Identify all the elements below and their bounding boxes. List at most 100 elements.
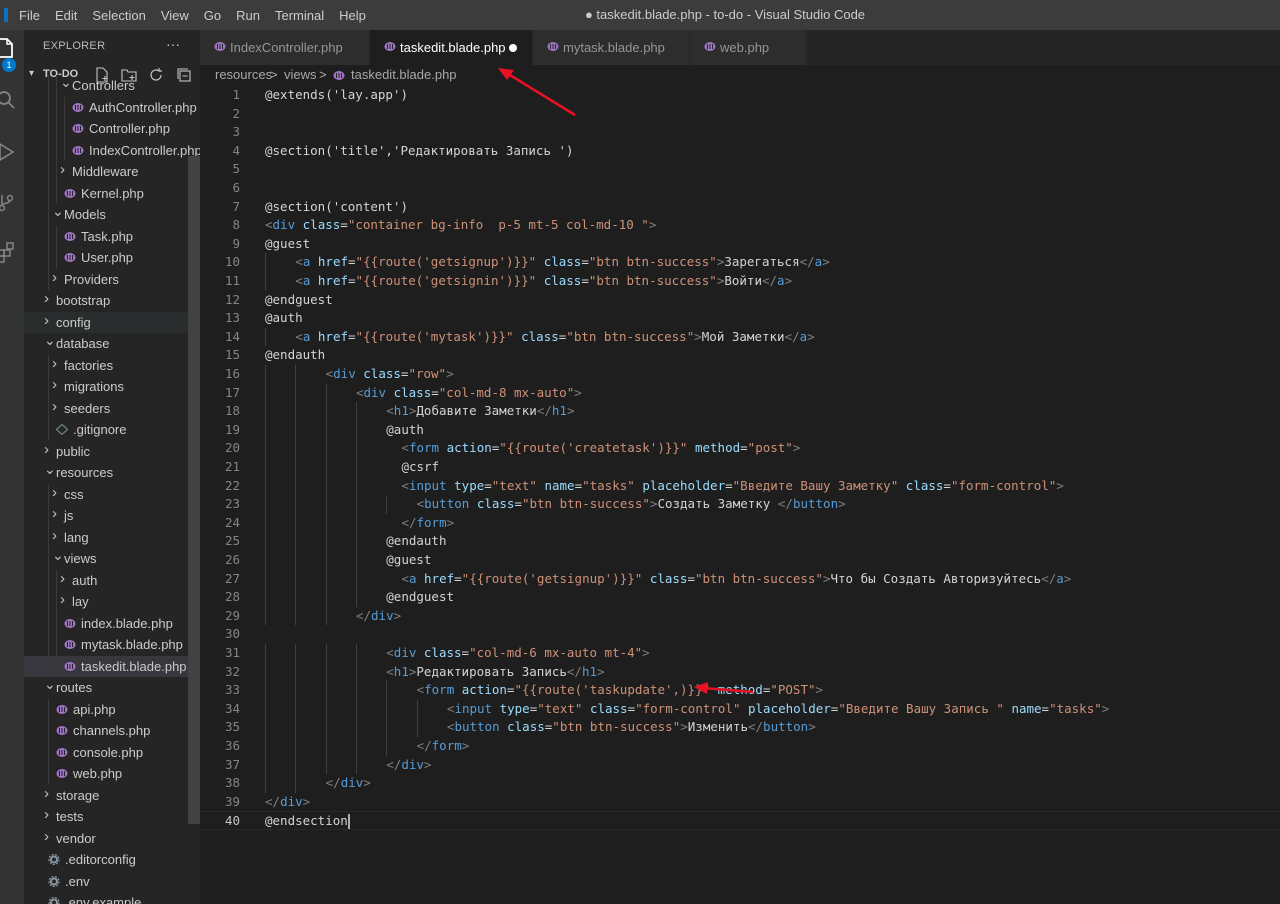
chevron-right-icon: › — [44, 440, 49, 458]
code-token: method — [694, 440, 741, 456]
source-control-icon[interactable] — [0, 190, 24, 220]
folder-item[interactable]: ⌄ Models — [24, 203, 200, 226]
tab-taskedit-blade-php[interactable]: taskedit.blade.php — [370, 30, 533, 65]
tab-indexcontroller-php[interactable]: IndexController.php — [200, 30, 370, 65]
indent-guide — [265, 699, 266, 719]
indent-guide — [295, 681, 297, 700]
file-item[interactable]: taskedit.blade.php — [24, 655, 200, 677]
folder-item[interactable]: ⌄ Controllers — [24, 74, 200, 97]
breadcrumb-item[interactable]: taskedit.blade.php — [351, 67, 457, 82]
file-item[interactable]: .env — [24, 871, 200, 893]
file-item[interactable]: channels.php — [24, 720, 200, 742]
folder-item[interactable]: › seeders — [24, 397, 200, 419]
code-text: @endguest — [265, 291, 333, 310]
file-item[interactable]: console.php — [24, 741, 200, 763]
line-number: 12 — [224, 291, 240, 307]
code-text: @guest — [386, 551, 431, 570]
folder-item[interactable]: › lang — [24, 526, 200, 548]
code-token: input — [454, 700, 493, 716]
file-item[interactable]: AuthController.php — [24, 96, 200, 118]
code-text: <input type="text" class="form-control" … — [447, 700, 1109, 719]
search-icon[interactable] — [0, 88, 24, 118]
code-editor[interactable]: 1 @extends('lay.app') 2 3 4 @section('title',… — [200, 87, 1280, 904]
code-token: action — [461, 682, 507, 698]
indent-guide — [355, 420, 357, 440]
code-token: > — [566, 403, 575, 419]
indent-guide — [48, 204, 49, 226]
code-text: <h1>Добавите Заметки</h1> — [386, 402, 574, 421]
indent-guide — [48, 698, 49, 720]
indent-guide — [265, 327, 266, 347]
folder-item[interactable]: › migrations — [24, 376, 200, 398]
folder-item[interactable]: › Middleware — [24, 161, 200, 183]
folder-item[interactable]: › tests — [24, 806, 200, 828]
tab-web-php[interactable]: web.php — [690, 30, 807, 65]
unsaved-dot-icon[interactable] — [509, 44, 517, 52]
folder-item[interactable]: ⌄ database — [24, 332, 200, 355]
code-text: </div> — [326, 774, 371, 793]
tree-item-label: resources — [56, 465, 114, 480]
code-line: 39 </div> — [200, 793, 1280, 812]
folder-item[interactable]: › public — [24, 441, 200, 463]
code-token: class — [476, 496, 515, 512]
folder-item[interactable]: › factories — [24, 354, 200, 376]
line-number: 24 — [224, 514, 240, 530]
indent-guide — [48, 118, 49, 140]
file-item[interactable]: User.php — [24, 247, 200, 269]
tree-item-label: Kernel.php — [81, 185, 144, 201]
file-item[interactable]: web.php — [24, 763, 200, 785]
line-number: 13 — [224, 310, 240, 326]
indent-guide — [355, 662, 357, 682]
code-token: @extends('lay.app') — [265, 87, 408, 102]
code-token: "text" — [537, 700, 583, 716]
file-item[interactable]: index.blade.php — [24, 612, 200, 634]
code-token: a — [777, 273, 785, 288]
code-text: <div class="col-md-6 mx-auto mt-4"> — [386, 644, 649, 663]
run-debug-icon[interactable] — [0, 140, 24, 170]
folder-item[interactable]: › vendor — [24, 828, 200, 850]
code-token: < — [386, 663, 394, 679]
folder-item[interactable]: › Providers — [24, 268, 200, 290]
folder-item[interactable]: › bootstrap — [24, 290, 200, 312]
code-line: 30 — [200, 625, 1280, 644]
breadcrumb-item[interactable]: resources — [215, 67, 272, 82]
indent-guide — [48, 526, 49, 548]
breadcrumb-item[interactable]: views — [284, 67, 317, 82]
file-item[interactable]: mytask.blade.php — [24, 634, 200, 656]
tree-item-label: index.blade.php — [81, 615, 173, 631]
file-item[interactable]: .gitignore — [24, 419, 200, 441]
sidebar-scrollbar[interactable] — [188, 156, 200, 824]
more-actions-icon[interactable]: ··· — [166, 36, 180, 52]
file-item[interactable]: .env.example — [24, 892, 200, 904]
file-item[interactable]: Task.php — [24, 225, 200, 247]
chevron-right-icon: › — [52, 483, 57, 501]
code-token: button — [792, 496, 839, 512]
line-number: 29 — [224, 607, 240, 623]
folder-item[interactable]: ⌄ resources — [24, 461, 200, 484]
files-icon[interactable]: 1 — [0, 36, 24, 72]
file-item[interactable]: Controller.php — [24, 118, 200, 140]
tab-mytask-blade-php[interactable]: mytask.blade.php — [533, 30, 690, 65]
file-item[interactable]: Kernel.php — [24, 182, 200, 204]
code-token: < — [401, 440, 409, 456]
tab-label: IndexController.php — [230, 40, 343, 55]
extensions-icon[interactable] — [0, 240, 24, 270]
indent-guide — [325, 699, 327, 719]
folder-item[interactable]: › js — [24, 505, 200, 527]
folder-item[interactable]: ⌄ routes — [24, 676, 200, 699]
file-item[interactable]: .editorconfig — [24, 849, 200, 871]
code-token: div — [333, 366, 356, 381]
chevron-down-icon: ⌄ — [52, 203, 64, 219]
folder-item[interactable]: › lay — [24, 591, 200, 613]
folder-item[interactable]: › auth — [24, 569, 200, 591]
folder-item[interactable]: › config — [24, 311, 200, 333]
folder-item[interactable]: › css — [24, 483, 200, 505]
indent-guide — [295, 737, 297, 756]
code-token: > — [822, 254, 830, 270]
file-item[interactable]: IndexController.php — [24, 139, 200, 161]
file-item[interactable]: api.php — [24, 698, 200, 720]
folder-item[interactable]: › storage — [24, 785, 200, 807]
folder-item[interactable]: ⌄ views — [24, 547, 200, 570]
